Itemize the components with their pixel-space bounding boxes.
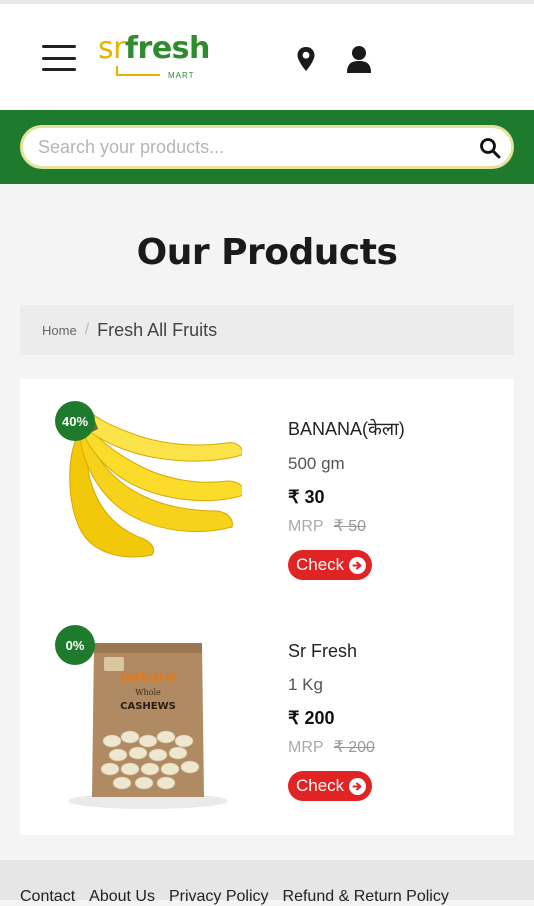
product-card: 40% BANANA(केला) 500 gm ₹ 30 MRP ₹ 50 Che… (20, 379, 514, 603)
breadcrumb-current: Fresh All Fruits (97, 319, 218, 340)
footer-link-contact[interactable]: Contact (20, 888, 75, 905)
svg-text:naturo: naturo (120, 667, 176, 685)
svg-text:CASHEWS: CASHEWS (120, 701, 176, 712)
search-box (20, 125, 514, 169)
check-button[interactable]: Check (288, 771, 373, 801)
header: srfresh MART (0, 4, 534, 110)
logo-sr: sr (98, 31, 125, 66)
breadcrumb-separator: / (84, 321, 90, 338)
page-title: Our Products (136, 232, 398, 273)
menu-icon[interactable] (42, 45, 76, 71)
product-card: 0% naturo Whole CASHEWS Sr Fresh 1 Kg ₹ … (20, 603, 514, 827)
mrp-value: ₹ 200 (333, 739, 375, 756)
footer-link-privacy[interactable]: Privacy Policy (169, 888, 269, 905)
breadcrumb: Home / Fresh All Fruits (20, 305, 514, 355)
discount-badge: 0% (55, 625, 95, 665)
mrp-label: MRP (288, 739, 324, 756)
arrow-right-icon (349, 556, 367, 574)
product-mrp: MRP ₹ 50 (288, 516, 405, 536)
product-price: ₹ 200 (288, 708, 335, 728)
breadcrumb-home[interactable]: Home (42, 323, 77, 338)
footer-link-refund[interactable]: Refund & Return Policy (283, 888, 449, 905)
search-bar (0, 110, 534, 184)
mrp-label: MRP (288, 518, 324, 535)
check-label: Check (296, 555, 345, 574)
check-label: Check (296, 776, 345, 795)
mrp-value: ₹ 50 (333, 518, 366, 535)
product-price: ₹ 30 (288, 487, 325, 507)
discount-badge: 40% (55, 401, 95, 441)
logo-mart: MART (168, 71, 195, 80)
logo-fresh: fresh (124, 31, 210, 66)
product-mrp: MRP ₹ 200 (288, 737, 375, 757)
product-quantity: 500 gm (288, 454, 345, 473)
svg-text:Whole: Whole (135, 688, 161, 697)
arrow-right-icon (349, 777, 367, 795)
footer: Contact About Us Privacy Policy Refund & Re… (0, 860, 534, 905)
footer-link-about[interactable]: About Us (89, 888, 155, 905)
product-name[interactable]: BANANA(केला) (288, 417, 405, 441)
product-quantity: 1 Kg (288, 675, 323, 694)
logo[interactable]: srfresh MART (98, 32, 218, 84)
product-name[interactable]: Sr Fresh (288, 641, 375, 662)
check-button[interactable]: Check (288, 550, 373, 580)
search-icon[interactable] (479, 137, 501, 159)
search-input[interactable] (23, 128, 511, 166)
location-icon[interactable] (296, 46, 316, 72)
user-icon[interactable] (346, 45, 372, 73)
product-list: 40% BANANA(केला) 500 gm ₹ 30 MRP ₹ 50 Che… (20, 379, 514, 835)
